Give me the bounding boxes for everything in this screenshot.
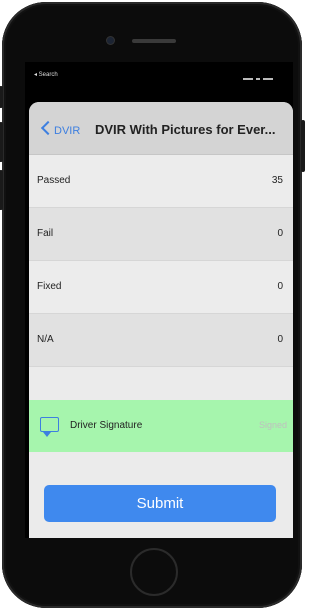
status-back-link[interactable]: ◂ Search xyxy=(34,71,58,78)
section-spacer xyxy=(29,367,293,400)
power-button xyxy=(301,120,305,172)
submit-button[interactable]: Submit xyxy=(44,485,276,522)
comment-icon xyxy=(40,417,59,437)
chevron-left-icon xyxy=(40,120,56,136)
home-button[interactable] xyxy=(130,548,178,596)
earpiece-speaker xyxy=(132,39,176,43)
phone-frame: ◂ Search DVIR DVIR With Pictures for Eve… xyxy=(0,2,305,608)
back-button[interactable]: DVIR xyxy=(40,120,81,137)
list-item-count: 0 xyxy=(277,228,283,239)
list-item-count: 35 xyxy=(271,175,283,186)
app-view: DVIR DVIR With Pictures for Ever... Pass… xyxy=(29,102,293,538)
list-item-count: 0 xyxy=(277,281,283,292)
front-camera xyxy=(107,37,114,44)
list-item-label: Fixed xyxy=(37,281,62,292)
mute-switch xyxy=(0,86,3,108)
list-item-label: N/A xyxy=(37,334,54,345)
list-item-fixed[interactable]: Fixed 0 xyxy=(29,261,293,314)
driver-signature-row[interactable]: Driver Signature Signed xyxy=(29,400,293,452)
signature-status: Signed xyxy=(258,420,287,430)
status-bar: ◂ Search xyxy=(25,62,293,102)
status-indicators xyxy=(243,70,283,80)
list-item-na[interactable]: N/A 0 xyxy=(29,314,293,367)
page-title: DVIR With Pictures for Ever... xyxy=(95,122,276,137)
driver-signature-label: Driver Signature xyxy=(70,420,143,431)
list-item-fail[interactable]: Fail 0 xyxy=(29,208,293,261)
list-item-label: Passed xyxy=(37,175,71,186)
list-item-passed[interactable]: Passed 35 xyxy=(29,155,293,208)
list-item-label: Fail xyxy=(37,228,54,239)
back-button-label: DVIR xyxy=(54,125,81,137)
screen: ◂ Search DVIR DVIR With Pictures for Eve… xyxy=(25,62,293,538)
volume-up-button xyxy=(0,122,3,162)
navigation-bar: DVIR DVIR With Pictures for Ever... xyxy=(29,102,293,155)
list-item-count: 0 xyxy=(277,334,283,345)
footer: Submit xyxy=(29,474,293,538)
volume-down-button xyxy=(0,170,3,210)
